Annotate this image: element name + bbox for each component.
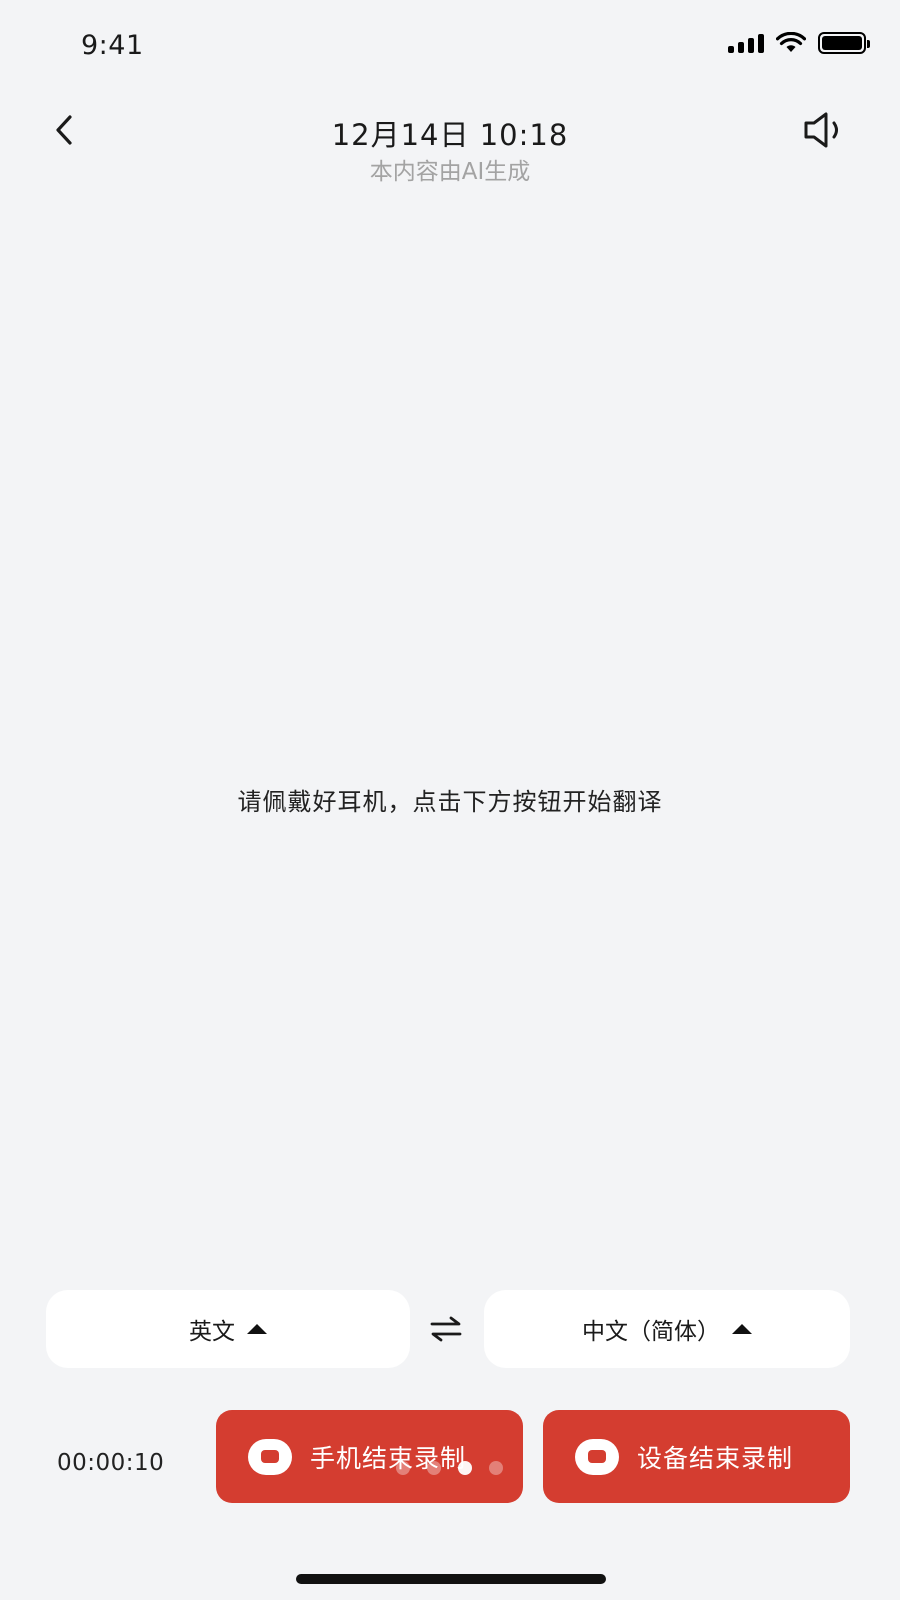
status-bar: 9:41 (0, 0, 900, 100)
status-time: 9:41 (81, 30, 144, 61)
page-title: 12月14日 10:18 (331, 118, 569, 152)
instruction-text: 请佩戴好耳机，点击下方按钮开始翻译 (237, 788, 663, 816)
speaker-icon (804, 112, 838, 148)
phone-stop-recording-button[interactable]: 手机结束录制 (216, 1410, 523, 1503)
stop-icon (248, 1438, 292, 1475)
recording-timer: 00:00:10 (57, 1450, 165, 1476)
wifi-icon (776, 32, 806, 52)
device-stop-label: 设备结束录制 (637, 1443, 794, 1473)
signal-icon (728, 33, 764, 53)
source-language-selector[interactable]: 英文 (46, 1290, 410, 1368)
device-stop-recording-button[interactable]: 设备结束录制 (543, 1410, 850, 1503)
swap-arrows-icon (430, 1316, 462, 1342)
target-language-label: 中文（简体） (582, 1319, 720, 1345)
header: 12月14日 10:18 本内容由AI生成 (0, 100, 900, 190)
swap-language-button[interactable] (424, 1310, 468, 1348)
language-selector-row: 英文 中文（简体） (46, 1290, 850, 1368)
caret-up-icon (732, 1324, 752, 1334)
caret-up-icon (247, 1324, 267, 1334)
page-indicator (396, 1461, 503, 1475)
stop-icon (575, 1438, 619, 1475)
translation-screen: 9:41 12月14日 10:18 本内容由AI生成 请佩戴好耳机，点击下方按钮… (0, 0, 900, 1600)
status-icons (728, 32, 870, 54)
page-dot (396, 1461, 410, 1475)
ai-generated-notice: 本内容由AI生成 (369, 159, 531, 185)
home-indicator[interactable] (296, 1574, 606, 1584)
source-language-label: 英文 (189, 1319, 235, 1345)
page-dot (458, 1461, 472, 1475)
page-dot (427, 1461, 441, 1475)
page-dot (489, 1461, 503, 1475)
speaker-button[interactable] (802, 108, 846, 152)
target-language-selector[interactable]: 中文（简体） (484, 1290, 850, 1368)
battery-icon (818, 32, 870, 54)
